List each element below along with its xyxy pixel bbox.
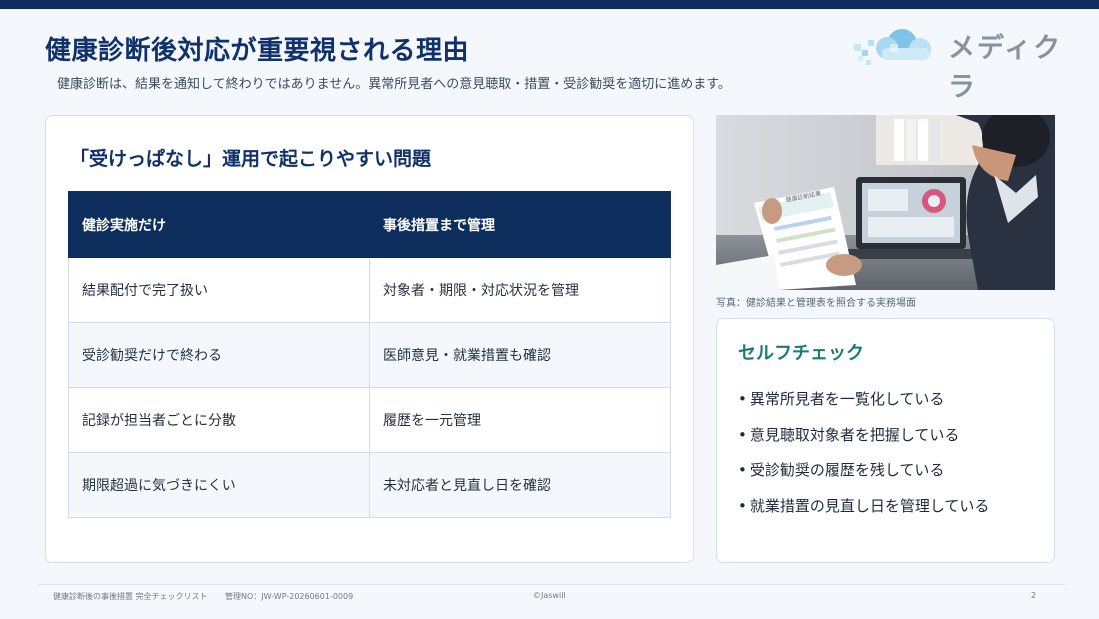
list-item-text: 就業措置の見直し日を管理している xyxy=(749,496,990,515)
page-title: 健康診断後対応が重要視される理由 xyxy=(45,36,470,66)
table-header-row: 健診実施だけ 事後措置まで管理 xyxy=(68,191,671,258)
table-cell: 対象者・期限・対応状況を管理 xyxy=(369,257,671,323)
footer-divider xyxy=(38,584,1065,585)
footer-control-number: 管理NO：JW-WP-20260601-0009 xyxy=(225,592,354,601)
bullet-icon: • xyxy=(738,425,747,444)
self-check-heading: セルフチェック xyxy=(738,343,864,364)
problem-card: 「受けっぱなし」運用で起こりやすい問題 健診実施だけ 事後措置まで管理 結果配付… xyxy=(45,115,694,563)
self-check-card: セルフチェック • 異常所見者を一覧化している • 意見聴取対象者を把握している •… xyxy=(716,318,1055,563)
bullet-icon: • xyxy=(738,496,747,515)
table-cell: 履歴を一元管理 xyxy=(369,387,671,453)
column-header-managed: 事後措置まで管理 xyxy=(369,191,671,258)
self-check-list: • 異常所見者を一覧化している • 意見聴取対象者を把握している • 受診勧奨の履歴を… xyxy=(738,387,989,529)
problem-card-heading: 「受けっぱなし」運用で起こりやすい問題 xyxy=(70,148,432,170)
bullet-icon: • xyxy=(738,461,747,479)
office-photo: 健康診断結果 xyxy=(716,115,1055,290)
page-subtitle: 健康診断は、結果を通知して終わりではありません。異常所見者への意見聴取・措置・受… xyxy=(57,77,731,92)
comparison-table: 健診実施だけ 事後措置まで管理 結果配付で完了扱い 対象者・期限・対応状況を管理… xyxy=(68,191,671,518)
table-row: 期限超過に気づきにくい 未対応者と見直し日を確認 xyxy=(68,452,671,518)
list-item: • 受診勧奨の履歴を残している xyxy=(738,458,989,494)
list-item-text: 受診勧奨の履歴を残している xyxy=(749,461,945,479)
photo-caption: 写真：健診結果と管理表を照合する実務場面 xyxy=(716,298,916,309)
cloud-logo-icon xyxy=(854,29,931,65)
list-item-text: 意見聴取対象者を把握している xyxy=(749,425,960,444)
list-item: • 意見聴取対象者を把握している xyxy=(738,423,989,459)
list-item: • 異常所見者を一覧化している xyxy=(738,387,989,423)
table-row: 受診勧奨だけで終わる 医師意見・就業措置も確認 xyxy=(68,322,671,388)
footer-copyright: ©Jaswill xyxy=(533,591,566,600)
table-cell: 未対応者と見直し日を確認 xyxy=(369,452,671,518)
bullet-icon: • xyxy=(738,390,747,408)
table-cell: 医師意見・就業措置も確認 xyxy=(369,322,671,388)
column-header-basic: 健診実施だけ xyxy=(68,191,370,258)
table-cell: 結果配付で完了扱い xyxy=(68,257,370,323)
table-cell: 受診勧奨だけで終わる xyxy=(68,322,370,388)
brand-logo: メディクラ xyxy=(852,20,1087,103)
logo-text: メディクラ xyxy=(948,33,1063,103)
table-row: 結果配付で完了扱い 対象者・期限・対応状況を管理 xyxy=(68,257,671,323)
footer-document-name: 健康診断後の事後措置 完全チェックリスト xyxy=(53,592,208,601)
footer-page-number: 2 xyxy=(1031,591,1037,600)
top-accent-bar xyxy=(0,0,1099,9)
table-cell: 記録が担当者ごとに分散 xyxy=(68,387,370,453)
list-item-text: 異常所見者を一覧化している xyxy=(749,390,945,408)
table-cell: 期限超過に気づきにくい xyxy=(68,452,370,518)
list-item: • 就業措置の見直し日を管理している xyxy=(738,494,989,530)
table-row: 記録が担当者ごとに分散 履歴を一元管理 xyxy=(68,387,671,453)
